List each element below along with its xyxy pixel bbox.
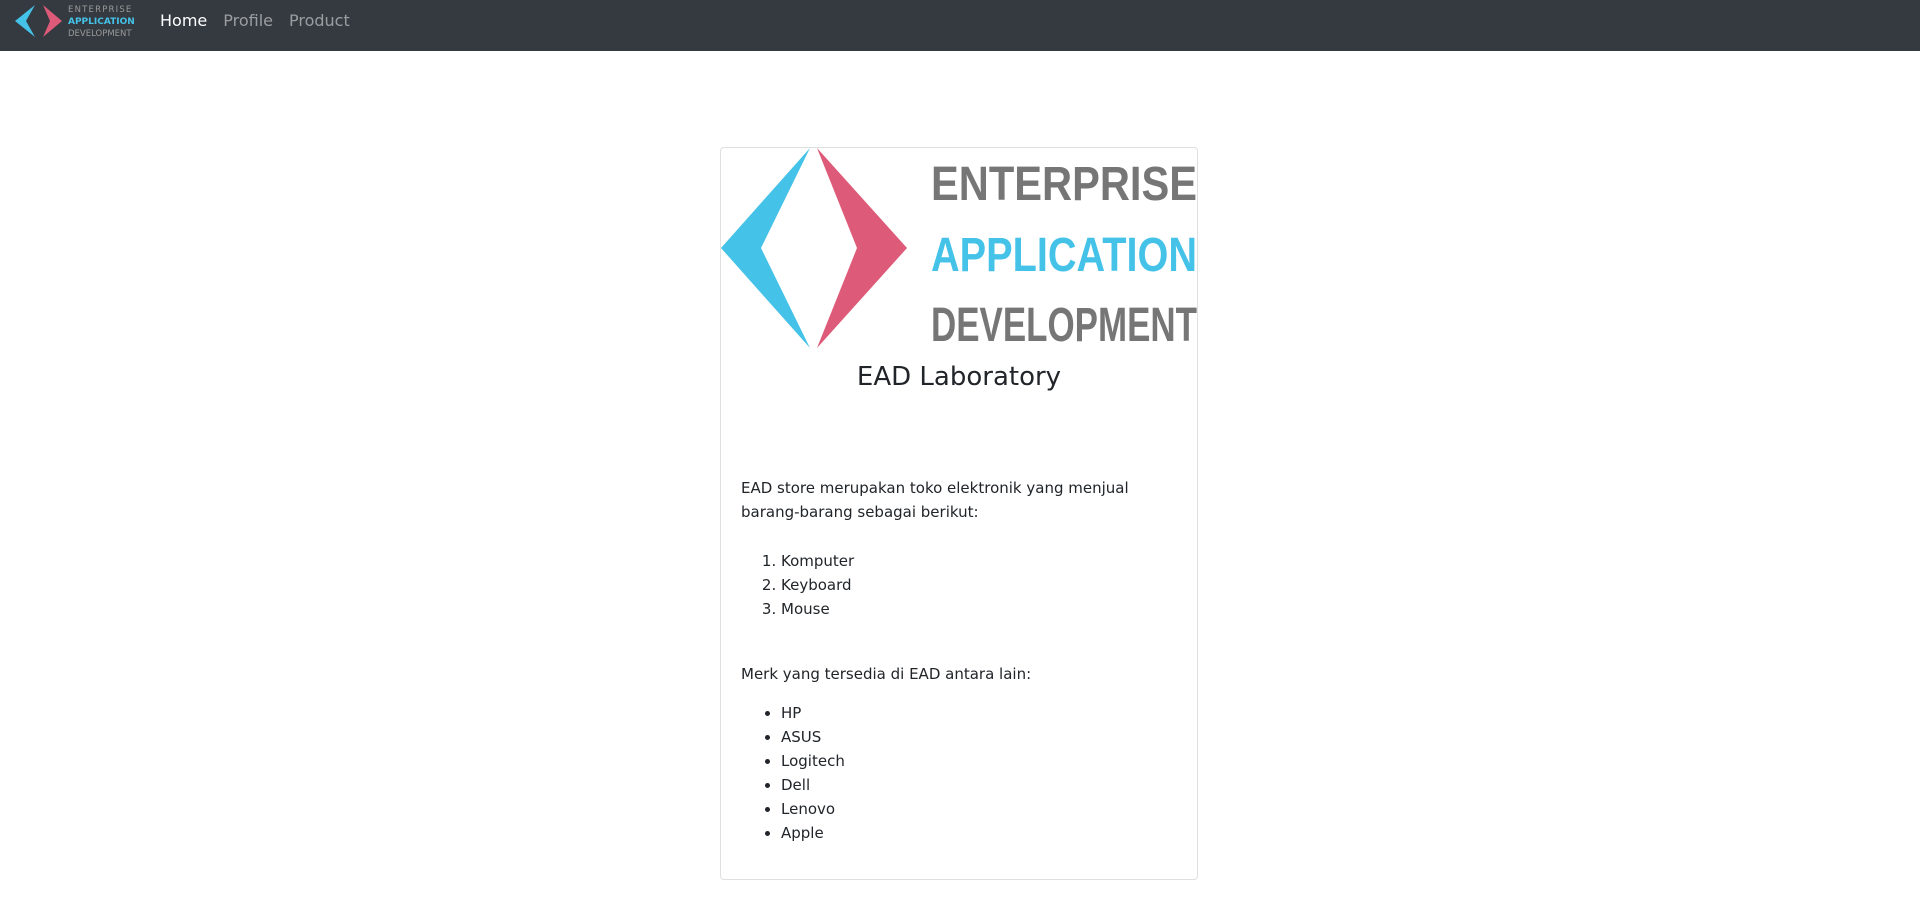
list-item: Mouse [781, 597, 854, 621]
banner-blue-chevron [721, 148, 810, 348]
banner-text-line3: DEVELOPMENT [931, 299, 1197, 350]
banner-pink-chevron [817, 148, 907, 348]
logo-text-line2: APPLICATION [68, 17, 135, 27]
list-item: Lenovo [781, 797, 845, 821]
intro-text: EAD store merupakan toko elektronik yang… [741, 479, 1129, 521]
card-banner-image: ENTERPRISE APPLICATION DEVELOPMENT [721, 148, 1197, 350]
list-item: Keyboard [781, 573, 854, 597]
info-card: ENTERPRISE APPLICATION DEVELOPMENT EAD L… [720, 147, 1198, 880]
logo-pink-chevron [43, 5, 62, 37]
brand-list: HP ASUS Logitech Dell Lenovo Apple [741, 701, 845, 845]
banner-text-line2: APPLICATION [931, 229, 1197, 282]
nav-link-home[interactable]: Home [160, 11, 207, 30]
logo-text-line1: ENTERPRISE [68, 5, 133, 15]
logo-text-line3: DEVELOPMENT [68, 29, 132, 39]
card-title: EAD Laboratory [856, 362, 1062, 392]
list-item: Komputer [781, 549, 854, 573]
navbar: ENTERPRISE APPLICATION DEVELOPMENT Home … [0, 0, 1920, 51]
nav-link-profile[interactable]: Profile [223, 11, 273, 30]
list-item: Logitech [781, 749, 845, 773]
brand-logo[interactable]: ENTERPRISE APPLICATION DEVELOPMENT [15, 3, 138, 39]
list-item: Apple [781, 821, 845, 845]
logo-blue-chevron [15, 5, 35, 37]
nav-links: Home Profile Product [160, 0, 366, 41]
list-item: Dell [781, 773, 845, 797]
product-list: Komputer Keyboard Mouse [741, 549, 854, 621]
list-item: ASUS [781, 725, 845, 749]
nav-link-product[interactable]: Product [289, 11, 350, 30]
banner-text-line1: ENTERPRISE [931, 158, 1197, 211]
list-item: HP [781, 701, 845, 725]
brands-intro-text: Merk yang tersedia di EAD antara lain: [741, 665, 1032, 683]
